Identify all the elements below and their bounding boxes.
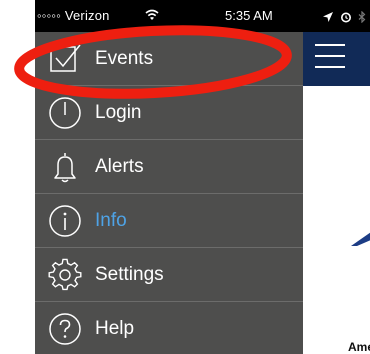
main-app-panel: Ame — [303, 32, 370, 354]
hamburger-menu-icon[interactable] — [315, 44, 345, 70]
help-icon — [47, 311, 83, 347]
menu-item-label: Info — [95, 209, 127, 231]
location-arrow-icon — [323, 11, 333, 22]
calendar-check-icon — [47, 41, 83, 77]
status-right-icons — [323, 8, 366, 24]
menu-item-label: Help — [95, 317, 135, 339]
menu-item-label: Settings — [95, 263, 164, 285]
menu-item-info[interactable]: Info — [35, 194, 303, 248]
partial-heading-text: Ame — [348, 340, 370, 354]
power-icon — [47, 95, 83, 131]
menu-item-settings[interactable]: Settings — [35, 248, 303, 302]
menu-item-label: Login — [95, 101, 142, 123]
menu-item-alerts[interactable]: Alerts — [35, 140, 303, 194]
menu-item-label: Alerts — [95, 155, 144, 177]
alarm-icon — [340, 12, 351, 23]
app-header — [303, 32, 370, 86]
bluetooth-icon — [358, 10, 366, 24]
menu-item-events[interactable]: Events — [35, 32, 303, 86]
gear-icon — [47, 257, 83, 293]
menu-item-login[interactable]: Login — [35, 86, 303, 140]
logo-fragment — [351, 232, 370, 246]
phone-screen: ◦◦◦◦◦ Verizon 5:35 AM Events Login Alert… — [35, 0, 370, 354]
navigation-drawer: Events Login Alerts Info Settings Help — [35, 32, 303, 354]
carrier-label: ◦◦◦◦◦ Verizon — [37, 8, 110, 23]
info-icon — [47, 203, 83, 239]
wifi-icon — [145, 9, 159, 20]
menu-item-help[interactable]: Help — [35, 302, 303, 354]
bell-icon — [47, 149, 83, 185]
status-bar: ◦◦◦◦◦ Verizon 5:35 AM — [35, 0, 370, 32]
menu-item-label: Events — [95, 47, 154, 69]
status-time: 5:35 AM — [225, 8, 273, 23]
